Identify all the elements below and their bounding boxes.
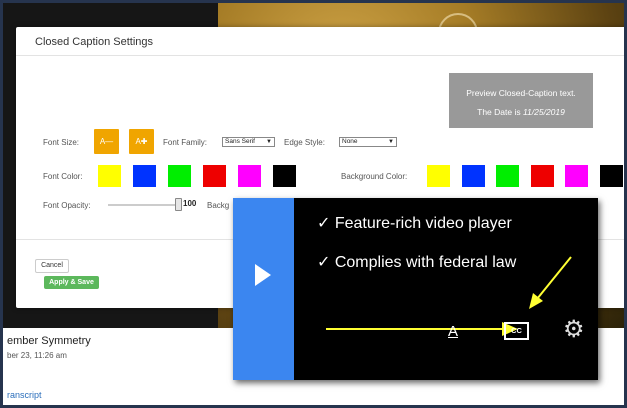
font-color-swatch[interactable] <box>98 165 121 187</box>
edge-style-select[interactable]: None ▼ <box>339 137 397 147</box>
background-color-swatch[interactable] <box>599 165 623 187</box>
font-family-label: Font Family: <box>163 138 208 147</box>
cancel-button[interactable]: Cancel <box>35 259 69 273</box>
background-color-swatch[interactable] <box>461 165 485 187</box>
font-color-swatch[interactable] <box>273 165 296 187</box>
font-color-swatch[interactable] <box>238 165 261 187</box>
background-color-swatch[interactable] <box>427 165 450 187</box>
font-opacity-label: Font Opacity: <box>43 201 91 210</box>
font-family-select[interactable]: Sans Serif ▼ <box>222 137 275 147</box>
player-promo-overlay: ✓ Feature-rich video player ✓ Complies w… <box>233 198 598 380</box>
background-opacity-label: Backg <box>207 201 230 210</box>
preview-line-1: Preview Closed-Caption text. <box>466 88 576 98</box>
video-title: ember Symmetry <box>7 335 91 347</box>
font-opacity-slider-track[interactable] <box>108 204 180 206</box>
apply-save-button[interactable]: Apply & Save <box>44 276 99 289</box>
play-panel[interactable] <box>233 198 294 380</box>
preview-date: 11/25/2019 <box>522 107 565 117</box>
chevron-down-icon: ▼ <box>266 139 272 145</box>
font-size-increase-button[interactable]: A✚ <box>129 129 154 154</box>
feature-line-1: ✓ Feature-rich video player <box>317 215 512 232</box>
font-opacity-slider-handle[interactable] <box>175 198 182 211</box>
preview-line-2: The Date is 11/25/2019 <box>477 107 565 117</box>
chevron-down-icon: ▼ <box>388 139 394 145</box>
dialog-header-divider <box>16 55 624 56</box>
font-size-label: Font Size: <box>43 138 80 147</box>
background-color-swatch[interactable] <box>530 165 554 187</box>
transcript-link[interactable]: ranscript <box>7 390 42 400</box>
caption-preview: Preview Closed-Caption text. The Date is… <box>449 73 593 128</box>
background-color-swatch[interactable] <box>565 165 588 187</box>
play-icon[interactable] <box>255 264 271 286</box>
closed-caption-icon[interactable]: CC <box>504 322 529 340</box>
font-opacity-value: 100 <box>183 199 197 208</box>
video-date: ber 23, 11:26 am <box>7 351 67 360</box>
font-color-swatch[interactable] <box>203 165 226 187</box>
font-color-swatch[interactable] <box>168 165 191 187</box>
background-color-swatch[interactable] <box>496 165 519 187</box>
edge-style-label: Edge Style: <box>284 138 325 147</box>
background-color-label: Background Color: <box>341 172 408 181</box>
gear-icon[interactable]: ⚙ <box>563 318 585 342</box>
arrow-to-font-icon <box>326 322 518 336</box>
font-color-label: Font Color: <box>43 172 83 181</box>
font-color-swatch[interactable] <box>133 165 156 187</box>
font-settings-icon[interactable]: A <box>448 323 458 340</box>
font-size-decrease-button[interactable]: A— <box>94 129 119 154</box>
feature-line-2: ✓ Complies with federal law <box>317 254 517 271</box>
screenshot-frame: ember Symmetry ber 23, 11:26 am ranscrip… <box>0 0 627 408</box>
arrow-to-cc-icon <box>529 256 572 309</box>
dialog-title: Closed Caption Settings <box>35 36 154 48</box>
